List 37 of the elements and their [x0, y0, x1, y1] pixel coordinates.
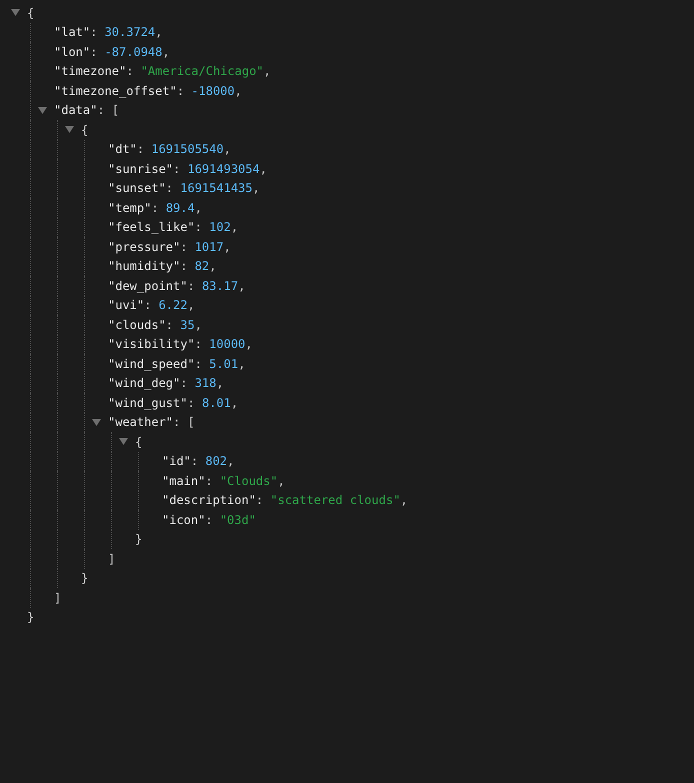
json-line: "dt": 1691505540, — [108, 142, 231, 156]
json-line: "humidity": 82, — [108, 259, 216, 274]
caret-icon[interactable] — [92, 418, 101, 426]
json-line: "sunrise": 1691493054, — [108, 162, 267, 176]
json-line: ] — [108, 552, 116, 566]
json-line: "lon": -87.0948, — [54, 44, 170, 59]
json-line: "timezone_offset": -18000, — [54, 84, 242, 98]
json-line: { — [135, 434, 142, 449]
json-line: "uvi": 6.22, — [108, 298, 195, 312]
caret-icon[interactable] — [38, 106, 47, 114]
json-line: "visibility": 10000, — [108, 337, 253, 352]
json-line: { — [81, 122, 88, 137]
json-line: } — [81, 571, 88, 586]
json-line: "temp": 89.4, — [108, 200, 202, 215]
json-line: "feels_like": 102, — [108, 220, 238, 234]
json-line: "icon": "03d" — [162, 512, 256, 527]
caret-icon[interactable] — [119, 438, 128, 446]
json-line: "main": "Clouds", — [162, 474, 285, 488]
json-line: "description": "scattered clouds", — [162, 493, 408, 508]
json-line: "wind_gust": 8.01, — [108, 396, 238, 410]
json-line: "wind_deg": 318, — [108, 376, 224, 390]
caret-icon[interactable] — [11, 9, 20, 16]
json-line: { — [27, 6, 34, 20]
json-line: "lat": 30.3724, — [54, 25, 162, 40]
json-line: "weather": [ — [108, 415, 195, 430]
json-line: ] — [54, 590, 62, 605]
json-line: "timezone": "America/Chicago", — [54, 64, 271, 78]
json-line: } — [135, 532, 142, 546]
caret-icon[interactable] — [65, 126, 74, 134]
json-line: "pressure": 1017, — [108, 240, 231, 254]
json-line: "sunset": 1691541435, — [108, 181, 260, 196]
json-line: "data": [ — [54, 103, 120, 118]
json-line: "id": 802, — [162, 454, 234, 468]
json-line: "dew_point": 83.17, — [108, 278, 246, 293]
json-line: } — [27, 610, 34, 624]
json-line: "clouds": 35, — [108, 318, 202, 332]
json-line: "wind_speed": 5.01, — [108, 356, 246, 371]
